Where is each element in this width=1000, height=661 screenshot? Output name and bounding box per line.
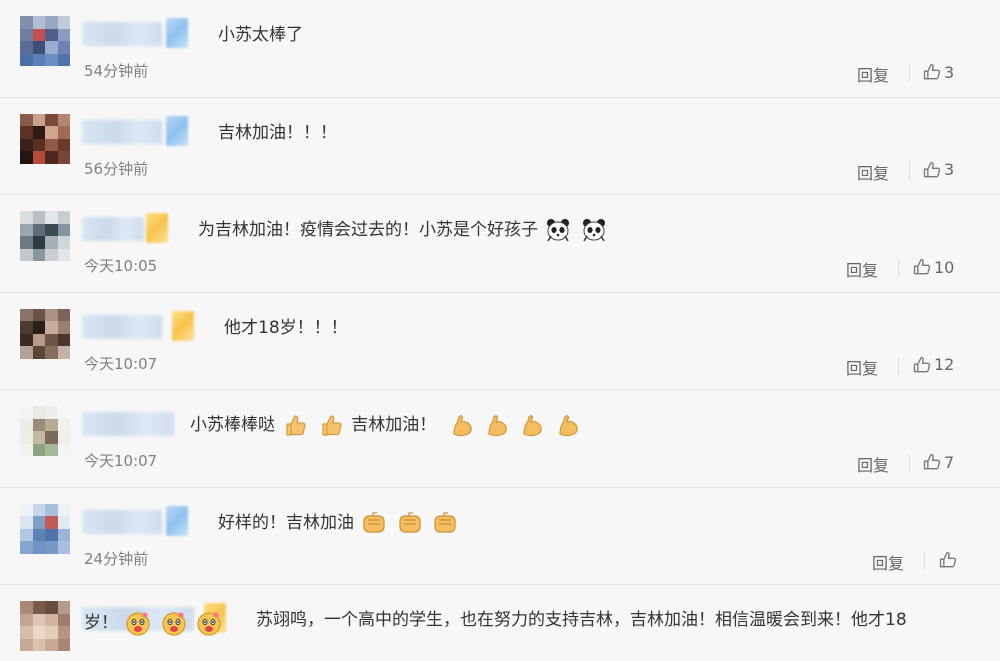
panda-emoji-icon — [581, 217, 607, 243]
comment-time: 今天10:07 — [84, 354, 158, 373]
reply-button[interactable]: 回复 — [857, 160, 889, 184]
comment-time: 54分钟前 — [84, 62, 149, 80]
thumbs-up-icon — [922, 452, 942, 472]
user-badge — [166, 505, 188, 536]
comment-time: 今天10:05 — [84, 257, 158, 275]
avatar[interactable] — [20, 308, 70, 359]
flexed-biceps-emoji-icon — [520, 412, 546, 438]
username-blurred[interactable] — [82, 412, 174, 436]
comment-text-row: 好样的！吉林加油 — [218, 510, 460, 536]
doge-emoji-icon — [161, 610, 187, 636]
comment-text-row: 小苏棒棒哒 吉林加油！ — [190, 412, 584, 438]
comment-text: 好样的！吉林加油 — [218, 512, 354, 533]
divider — [924, 551, 925, 570]
like-button[interactable]: 7 — [922, 452, 954, 472]
username-blurred[interactable] — [82, 22, 162, 46]
like-button[interactable]: 3 — [922, 62, 954, 82]
user-badge — [166, 115, 188, 146]
comment-item: 为吉林加油！疫情会过去的！小苏是个好孩子 今天10:05 回复 10 — [0, 195, 1000, 293]
thumbs-up-icon — [922, 160, 942, 180]
user-badge — [146, 213, 168, 243]
avatar[interactable] — [20, 601, 70, 651]
avatar[interactable] — [20, 113, 70, 164]
user-badge — [172, 310, 194, 341]
divider — [898, 356, 899, 375]
thumbs-up-icon — [912, 257, 932, 277]
like-count: 12 — [934, 355, 955, 374]
comment-time: 24分钟前 — [84, 549, 149, 568]
thumbs-up-emoji-icon — [318, 412, 344, 438]
doge-emoji-icon — [196, 610, 222, 636]
username-blurred[interactable] — [82, 509, 162, 534]
comment-text: 小苏太棒了 — [218, 25, 303, 45]
comment-text-row: 为吉林加油！疫情会过去的！小苏是个好孩子 — [198, 217, 609, 243]
like-button[interactable]: 10 — [912, 257, 954, 277]
fist-emoji-icon — [361, 510, 387, 536]
avatar[interactable] — [20, 16, 70, 66]
divider — [909, 161, 910, 180]
comment-text-continuation: 岁！ — [84, 606, 984, 640]
reply-button[interactable]: 回复 — [857, 62, 889, 86]
like-button[interactable] — [938, 550, 960, 570]
panda-emoji-icon — [545, 217, 571, 243]
comment-text: 吉林加油！！！ — [218, 122, 337, 143]
comment-item: 小苏太棒了 54分钟前 回复 3 — [0, 0, 1000, 98]
comment-text: 岁！ — [84, 613, 118, 633]
reply-button[interactable]: 回复 — [857, 452, 889, 476]
thumbs-up-icon — [922, 62, 942, 82]
comment-text: 小苏棒棒哒 — [190, 415, 275, 435]
comment-text: 吉林加油！ — [351, 415, 437, 435]
comment-item: 他才18岁！！！ 今天10:07 回复 12 — [0, 293, 1000, 390]
flexed-biceps-emoji-icon — [485, 412, 511, 438]
comment-text: 他才18岁！！！ — [224, 317, 348, 338]
comment-time: 56分钟前 — [84, 159, 149, 178]
reply-button[interactable]: 回复 — [846, 257, 878, 281]
thumbs-up-emoji-icon — [282, 412, 308, 438]
reply-button[interactable]: 回复 — [846, 355, 878, 379]
user-badge — [166, 18, 188, 48]
thumbs-up-icon — [912, 355, 932, 375]
fist-emoji-icon — [432, 510, 458, 536]
divider — [898, 259, 899, 277]
like-count: 3 — [944, 62, 955, 82]
comment-time: 今天10:07 — [84, 452, 158, 470]
divider — [909, 454, 910, 472]
username-blurred[interactable] — [82, 119, 162, 144]
avatar[interactable] — [20, 211, 70, 261]
like-count: 3 — [944, 160, 955, 179]
comment-item: 吉林加油！！！ 56分钟前 回复 3 — [0, 98, 1000, 195]
like-button[interactable]: 12 — [912, 355, 954, 375]
fist-emoji-icon — [397, 510, 423, 536]
comment-text: 为吉林加油！疫情会过去的！小苏是个好孩子 — [198, 220, 538, 240]
username-blurred[interactable] — [82, 314, 162, 339]
doge-emoji-icon — [125, 610, 151, 636]
comment-item: 好样的！吉林加油 24分钟前 回复 — [0, 488, 1000, 585]
thumbs-up-icon — [938, 550, 958, 570]
flexed-biceps-emoji-icon — [556, 412, 582, 438]
reply-button[interactable]: 回复 — [872, 550, 904, 574]
like-button[interactable]: 3 — [922, 160, 954, 180]
avatar[interactable] — [20, 406, 70, 456]
like-count: 7 — [944, 452, 955, 472]
avatar[interactable] — [20, 503, 70, 554]
flexed-biceps-emoji-icon — [450, 412, 476, 438]
divider — [909, 64, 910, 82]
like-count: 10 — [934, 257, 955, 277]
comment-item: 小苏棒棒哒 吉林加油！ 今天10:07 回复 7 — [0, 390, 1000, 488]
username-blurred[interactable] — [82, 217, 144, 241]
